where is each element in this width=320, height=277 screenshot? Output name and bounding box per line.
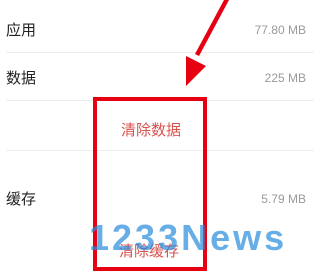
watermark-logo: 1233News <box>89 217 288 258</box>
